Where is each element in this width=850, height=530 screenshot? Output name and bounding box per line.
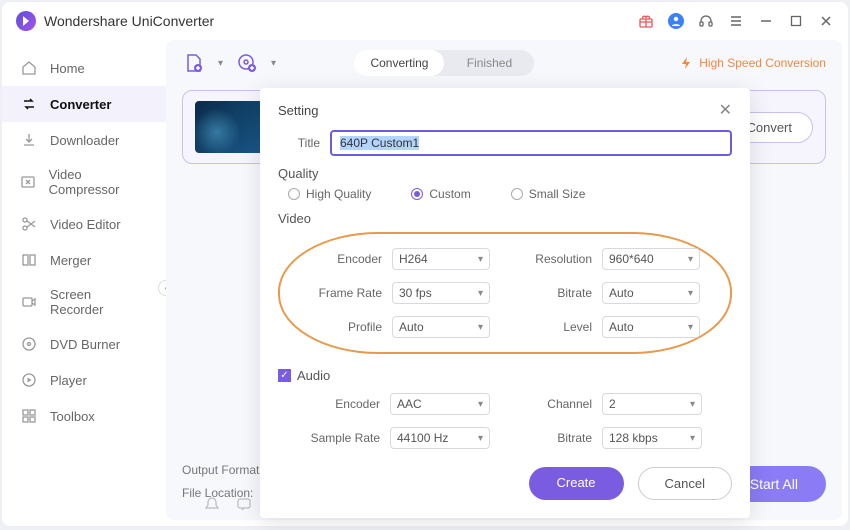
scissors-icon — [20, 215, 38, 233]
sidebar-item-player[interactable]: Player — [2, 362, 166, 398]
profile-select[interactable]: Auto▾ — [392, 316, 490, 338]
tab-converting[interactable]: Converting — [354, 50, 444, 76]
app-logo-icon — [16, 11, 36, 31]
recorder-icon — [20, 293, 38, 311]
radio-high-quality[interactable]: High Quality — [288, 187, 371, 201]
video-heading: Video — [278, 211, 732, 226]
sidebar-item-label: Converter — [50, 97, 111, 112]
framerate-select[interactable]: 30 fps▾ — [392, 282, 490, 304]
sidebar-item-editor[interactable]: Video Editor — [2, 206, 166, 242]
sidebar-item-label: Home — [50, 61, 85, 76]
close-icon[interactable] — [818, 13, 834, 29]
sidebar-item-label: Merger — [50, 253, 91, 268]
compressor-icon — [20, 173, 37, 191]
title-input[interactable]: 640P Custom1 — [330, 130, 732, 156]
lightning-icon — [679, 56, 693, 70]
profile-label: Profile — [310, 320, 382, 334]
settings-modal: Setting ✕ Title 640P Custom1 Quality Hig… — [260, 88, 750, 518]
sidebar: Home Converter Downloader Video Compress… — [2, 40, 166, 526]
sidebar-item-home[interactable]: Home — [2, 50, 166, 86]
minimize-icon[interactable] — [758, 13, 774, 29]
home-icon — [20, 59, 38, 77]
sidebar-item-label: Video Editor — [50, 217, 121, 232]
headset-icon[interactable] — [698, 13, 714, 29]
resolution-label: Resolution — [520, 252, 592, 266]
sidebar-item-dvd[interactable]: DVD Burner — [2, 326, 166, 362]
audio-encoder-select[interactable]: AAC▾ — [390, 393, 490, 415]
audio-bitrate-select[interactable]: 128 kbps▾ — [602, 427, 702, 449]
level-select[interactable]: Auto▾ — [602, 316, 700, 338]
channel-label: Channel — [520, 397, 592, 411]
toolbox-icon — [20, 407, 38, 425]
play-icon — [20, 371, 38, 389]
encoder-label: Encoder — [310, 252, 382, 266]
framerate-label: Frame Rate — [310, 286, 382, 300]
sidebar-item-compressor[interactable]: Video Compressor — [2, 158, 166, 206]
tab-finished[interactable]: Finished — [444, 50, 534, 76]
audio-encoder-label: Encoder — [308, 397, 380, 411]
sidebar-item-merger[interactable]: Merger — [2, 242, 166, 278]
audio-bitrate-label: Bitrate — [520, 431, 592, 445]
output-format-label: Output Format: — [182, 463, 263, 477]
video-bitrate-label: Bitrate — [520, 286, 592, 300]
audio-heading: Audio — [297, 368, 330, 383]
samplerate-select[interactable]: 44100 Hz▾ — [390, 427, 490, 449]
sidebar-item-downloader[interactable]: Downloader — [2, 122, 166, 158]
chevron-down-icon[interactable]: ▾ — [271, 58, 276, 69]
high-speed-toggle[interactable]: High Speed Conversion — [679, 56, 826, 70]
sidebar-item-label: Downloader — [50, 133, 119, 148]
samplerate-label: Sample Rate — [308, 431, 380, 445]
feedback-icon[interactable] — [236, 496, 252, 512]
radio-custom[interactable]: Custom — [411, 187, 470, 201]
app-title: Wondershare UniConverter — [44, 13, 214, 29]
notification-icon[interactable] — [204, 496, 220, 512]
radio-small-size[interactable]: Small Size — [511, 187, 586, 201]
chevron-down-icon[interactable]: ▾ — [218, 58, 223, 69]
video-thumbnail[interactable] — [195, 101, 267, 153]
level-label: Level — [520, 320, 592, 334]
menu-icon[interactable] — [728, 13, 744, 29]
audio-checkbox[interactable]: ✓ — [278, 369, 291, 382]
gift-icon[interactable] — [638, 13, 654, 29]
account-avatar-icon[interactable] — [668, 13, 684, 29]
titlebar: Wondershare UniConverter — [2, 2, 848, 40]
maximize-icon[interactable] — [788, 13, 804, 29]
video-bitrate-select[interactable]: Auto▾ — [602, 282, 700, 304]
sidebar-item-toolbox[interactable]: Toolbox — [2, 398, 166, 434]
modal-title: Setting — [278, 103, 318, 118]
disc-icon — [20, 335, 38, 353]
sidebar-item-recorder[interactable]: Screen Recorder — [2, 278, 166, 326]
quality-heading: Quality — [278, 166, 732, 181]
status-tabs: Converting Finished — [354, 50, 534, 76]
title-label: Title — [278, 136, 320, 150]
add-disc-button[interactable] — [235, 51, 259, 75]
sidebar-item-label: Toolbox — [50, 409, 95, 424]
sidebar-item-label: DVD Burner — [50, 337, 120, 352]
video-encoder-select[interactable]: H264▾ — [392, 248, 490, 270]
sidebar-item-label: Player — [50, 373, 87, 388]
converter-icon — [20, 95, 38, 113]
channel-select[interactable]: 2▾ — [602, 393, 702, 415]
sidebar-item-label: Screen Recorder — [50, 287, 148, 317]
cancel-button[interactable]: Cancel — [638, 467, 732, 500]
download-icon — [20, 131, 38, 149]
add-file-button[interactable] — [182, 51, 206, 75]
resolution-select[interactable]: 960*640▾ — [602, 248, 700, 270]
create-button[interactable]: Create — [529, 467, 624, 500]
sidebar-item-converter[interactable]: Converter — [2, 86, 166, 122]
sidebar-item-label: Video Compressor — [49, 167, 148, 197]
modal-close-icon[interactable]: ✕ — [719, 100, 732, 120]
merger-icon — [20, 251, 38, 269]
